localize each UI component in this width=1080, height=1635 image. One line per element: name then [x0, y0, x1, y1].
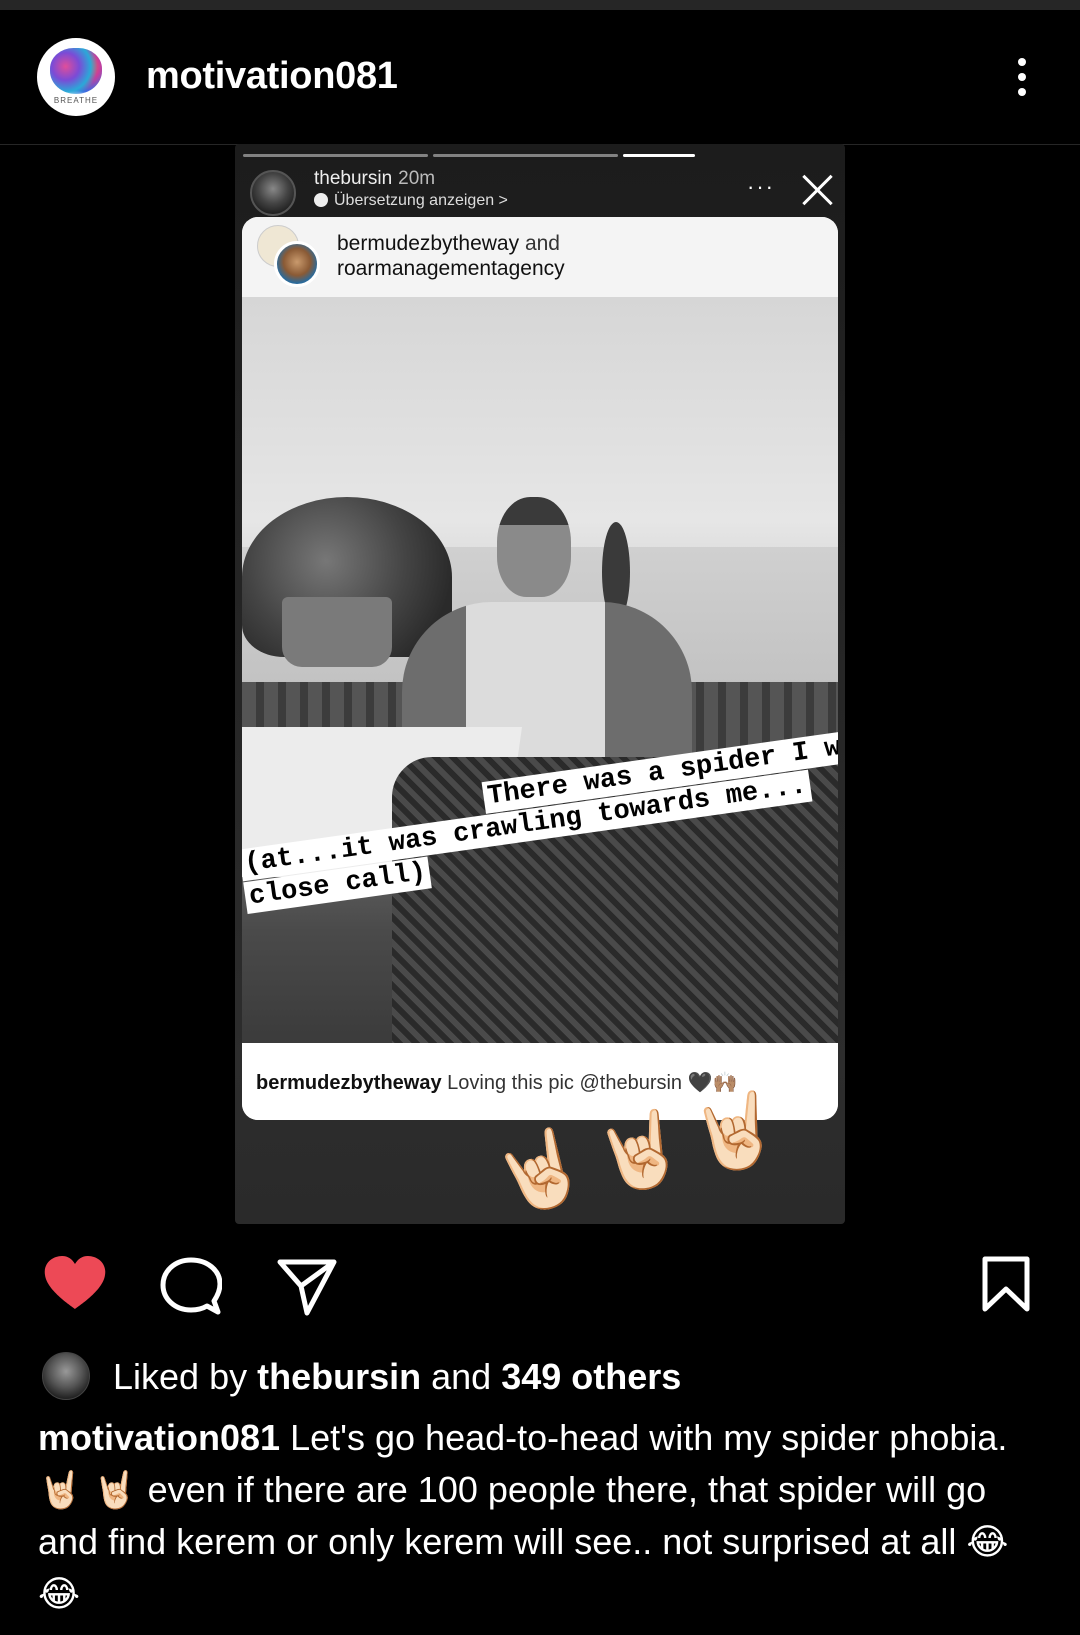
photo-person-head	[497, 497, 571, 597]
author-2[interactable]: roarmanagementagency	[337, 257, 565, 280]
avatar-logo-text: BREATHE	[53, 96, 99, 105]
photo-pot	[282, 597, 392, 667]
translate-link[interactable]: Übersetzung anzeigen >	[314, 192, 508, 210]
likes-user[interactable]: thebursin	[257, 1356, 421, 1397]
profile-avatar[interactable]: BREATHE	[37, 38, 115, 116]
story-progress-segment	[243, 154, 428, 157]
collab-avatar-2[interactable]	[274, 241, 320, 287]
story-avatar[interactable]	[250, 170, 296, 216]
rock-hand-stickers: 🤘🏻 🤘🏻 🤘🏻	[485, 1088, 795, 1224]
post-username[interactable]: motivation081	[146, 55, 398, 98]
likes-text[interactable]: Liked by thebursin and 349 others	[113, 1356, 681, 1398]
translate-label: Übersetzung anzeigen >	[334, 192, 508, 209]
post-header: BREATHE motivation081	[0, 10, 1080, 145]
comment-text: bermudezbytheway Loving this pic @thebur…	[256, 1070, 737, 1095]
bookmark-icon[interactable]	[982, 1256, 1030, 1312]
liker-avatar[interactable]	[42, 1352, 90, 1400]
comment-username[interactable]: bermudezbytheway	[256, 1072, 442, 1094]
lungs-logo-icon	[50, 48, 102, 94]
rock-hand-sticker: 🤘🏻	[588, 1104, 692, 1200]
more-horizontal-icon[interactable]: ···	[747, 174, 775, 200]
authors-joiner: and	[524, 232, 560, 255]
close-icon[interactable]	[800, 172, 836, 208]
comment-icon[interactable]	[160, 1257, 222, 1315]
shared-photo: There was a spider I was lookin (at...it…	[242, 297, 838, 1043]
story-progress-segment	[623, 154, 695, 157]
likes-others[interactable]: 349 others	[501, 1356, 681, 1397]
likes-prefix: Liked by	[113, 1356, 248, 1397]
shared-post-header: bermudezbytheway and roarmanagementagenc…	[242, 217, 838, 297]
rock-hand-sticker: 🤘🏻	[484, 1120, 595, 1224]
story-username[interactable]: thebursin	[314, 168, 392, 189]
shared-post-card[interactable]: bermudezbytheway and roarmanagementagenc…	[242, 217, 838, 1120]
status-bar-strip	[0, 0, 1080, 10]
post-caption: motivation081 Let's go head-to-head with…	[38, 1412, 1048, 1620]
heart-icon[interactable]	[43, 1255, 107, 1311]
caption-username[interactable]: motivation081	[38, 1417, 280, 1458]
rock-hand-sticker: 🤘🏻	[686, 1087, 784, 1177]
comment-body: Loving this pic @thebursin 🖤🙌🏽	[447, 1072, 738, 1094]
story-progress-segment	[433, 154, 618, 157]
story-time: 20m	[398, 168, 436, 189]
translate-icon	[314, 193, 328, 207]
likes-middle: and	[431, 1356, 492, 1397]
story-screenshot[interactable]: thebursin 20m Übersetzung anzeigen > ··· …	[235, 144, 845, 1224]
share-icon[interactable]	[277, 1258, 337, 1316]
shared-post-authors: bermudezbytheway and roarmanagementagenc…	[337, 231, 565, 281]
more-vertical-icon[interactable]	[1012, 58, 1032, 108]
story-user-line: thebursin 20m	[314, 168, 435, 190]
author-1[interactable]: bermudezbytheway	[337, 232, 519, 255]
